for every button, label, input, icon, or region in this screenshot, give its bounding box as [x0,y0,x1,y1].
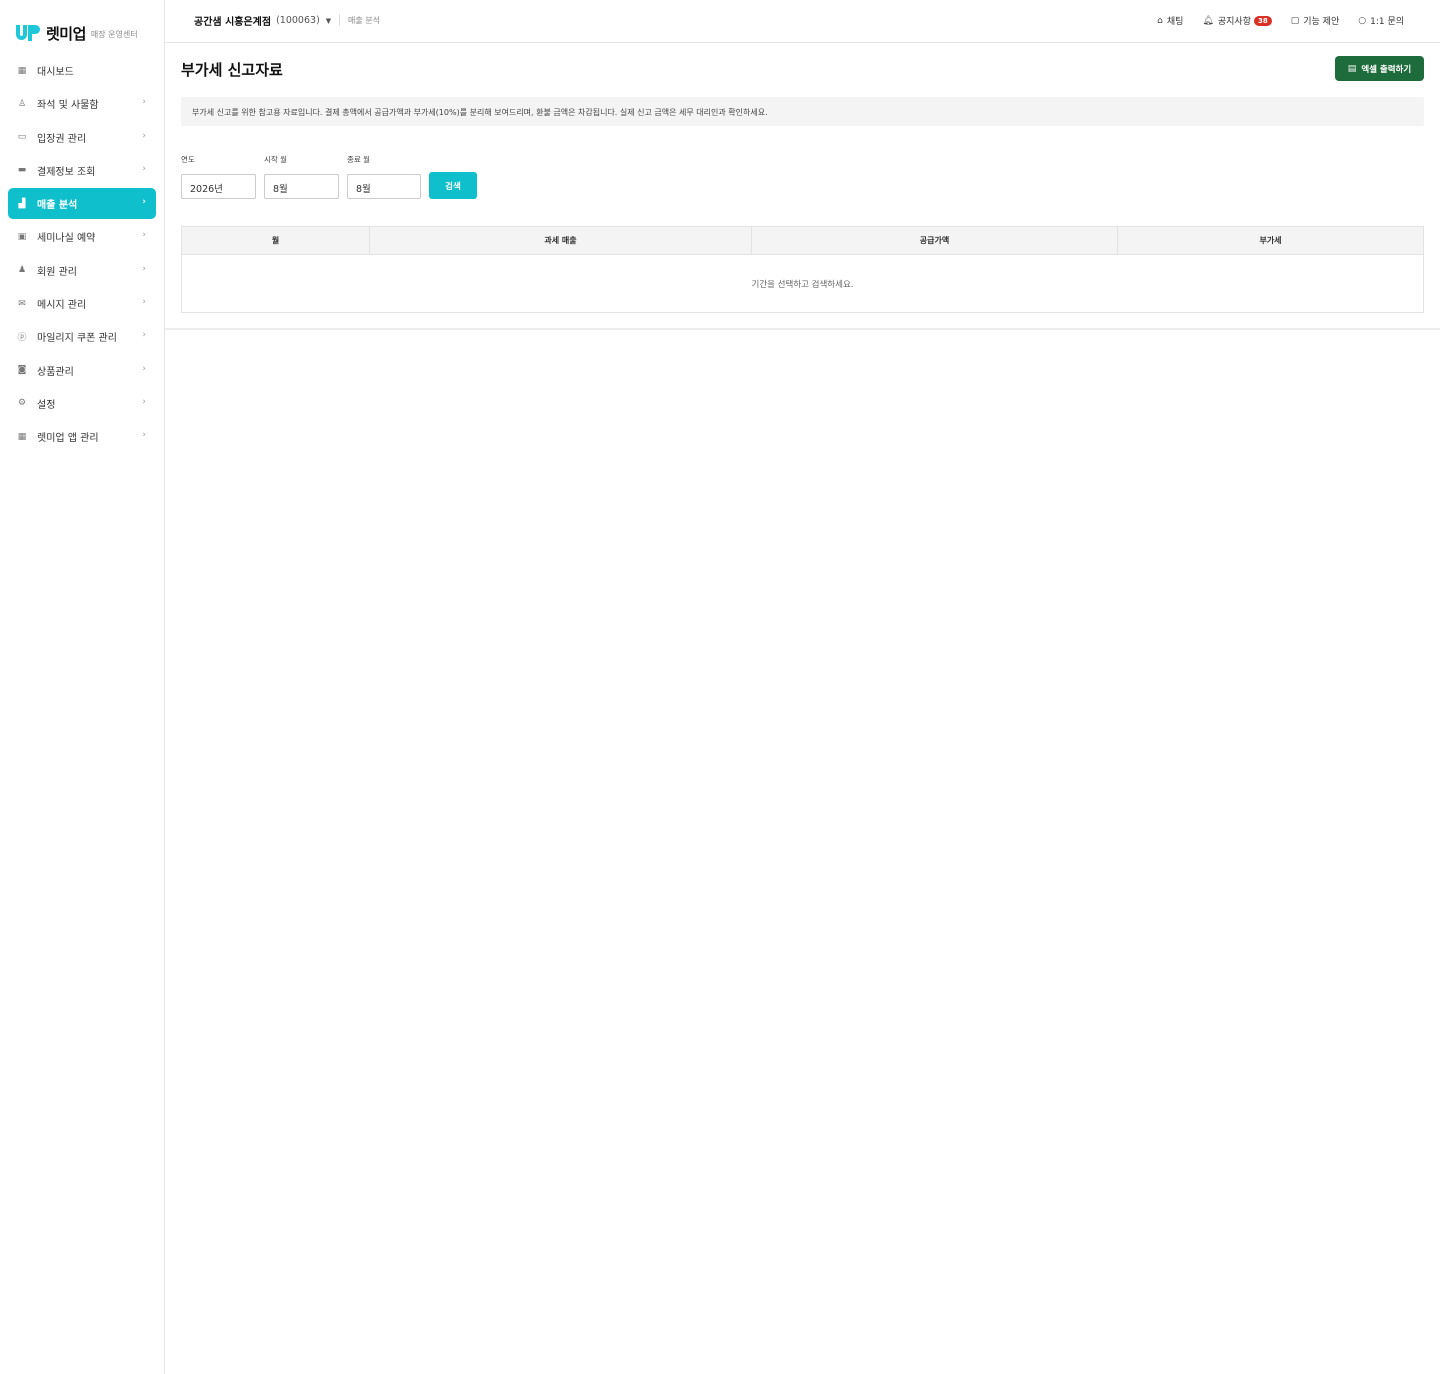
sidebar-item-label: 세미나실 예약 [37,233,96,245]
calendar-icon: ▣ [17,231,27,242]
sidebar-item-sales-analysis[interactable]: ▟ 매출 분석 › [8,188,156,220]
inquiry-button[interactable]: ○ 1:1 문의 [1358,14,1404,28]
mail-icon: ✉ [18,298,26,309]
sidebar-item-label: 좌석 및 사물함 [37,100,99,112]
start-month-select[interactable]: 8월 [264,174,339,199]
top-bar: 공간샘 시흥은계점 (100063) ▼ 매출 분석 ⌂ 채팅 🔔︎ 공지사항 … [165,0,1440,43]
store-name: 공간샘 시흥은계점 [194,17,272,28]
chevron-right-icon: › [142,330,146,341]
bell-icon: 🔔︎ [1202,15,1214,26]
chevron-right-icon: › [142,263,146,274]
info-notice: 부가세 신고를 위한 참고용 자료입니다. 결제 총액에서 공급가액과 부가세(… [181,97,1424,126]
notice-label: 공지사항 [1217,17,1251,27]
sidebar-item-members[interactable]: ♟ 회원 관리 › [8,255,156,286]
gear-icon: ⚙ [17,398,27,409]
sidebar-item-payments[interactable]: ▬ 결제정보 조회 › [8,155,156,186]
users-icon: ♟ [17,265,27,276]
breadcrumb-divider [339,14,340,26]
breadcrumb: 매출 분석 [348,16,380,25]
logo-mark-icon [16,24,40,42]
grid-icon: ▦ [17,65,27,76]
sidebar-item-seats[interactable]: ♙ 좌석 및 사물함 › [8,88,156,119]
sidebar-nav: ▦ 대시보드 ♙ 좌석 및 사물함 › ▭ 입장권 관리 › ▬ 결제정보 조회… [8,55,156,455]
chevron-right-icon: › [142,396,146,407]
sidebar-item-label: 마일리지 쿠폰 관리 [37,333,117,345]
top-actions: ⌂ 채팅 🔔︎ 공지사항 38 ▢ 기능 제안 ○ 1:1 문의 [1138,14,1404,27]
chat-label: 채팅 [1166,17,1184,27]
chevron-right-icon: › [142,130,146,141]
search-button[interactable]: 검색 [429,172,477,199]
sidebar-item-seminar[interactable]: ▣ 세미나실 예약 › [8,221,156,252]
sidebar-item-label: 회원 관리 [37,266,77,278]
store-code: (100063) [276,15,320,26]
notice-button[interactable]: 🔔︎ 공지사항 38 [1202,14,1272,27]
excel-icon: ▤ [1347,63,1357,74]
brand-name: 렛미업 [46,24,86,43]
sidebar-item-label: 입장권 관리 [37,133,87,145]
sidebar-item-messages[interactable]: ✉ 메시지 관리 › [8,288,156,319]
column-header-taxable-sales[interactable]: 과세 매출 [370,227,752,254]
sidebar-item-mileage[interactable]: ⓟ 마일리지 쿠폰 관리 › [8,321,156,352]
chevron-right-icon: › [142,197,146,208]
sidebar-item-label: 렛미업 앱 관리 [37,433,99,445]
apps-icon: ▦ [17,431,27,442]
chevron-right-icon: › [142,163,146,174]
content-divider [165,328,1440,330]
speech-bubble-icon: ▢ [1290,15,1300,26]
sidebar-item-label: 상품관리 [37,366,74,378]
notice-count-badge: 38 [1253,15,1272,26]
store-selector[interactable]: 공간샘 시흥은계점 (100063) ▼ [194,13,331,28]
start-month-label: 시작 월 [264,155,288,164]
chat-button[interactable]: ⌂ 채팅 [1157,14,1184,28]
coin-icon: ⓟ [17,333,27,344]
brand-logo[interactable]: 렛미업 매장 운영센터 [16,22,138,44]
chevron-right-icon: › [142,230,146,241]
chevron-right-icon: › [142,430,146,441]
suggest-button[interactable]: ▢ 기능 제안 [1290,14,1340,28]
excel-export-label: 엑셀 출력하기 [1361,64,1412,75]
chevron-right-icon: › [142,97,146,108]
year-select[interactable]: 2026년 [181,174,256,199]
inbox-icon: ⌂ [1157,15,1163,26]
sidebar-item-app[interactable]: ▦ 렛미업 앱 관리 › [8,421,156,452]
end-month-select[interactable]: 8월 [347,174,421,199]
column-header-supply-amount[interactable]: 공급가액 [752,227,1118,254]
ticket-icon: ▭ [17,132,27,143]
sidebar-item-dashboard[interactable]: ▦ 대시보드 [8,55,156,86]
chevron-right-icon: › [142,297,146,308]
chat-bubble-icon: ○ [1358,15,1367,26]
table-header: 월 과세 매출 공급가액 부가세 [182,227,1423,255]
seat-icon: ♙ [17,98,27,109]
column-header-month[interactable]: 월 [182,227,370,254]
sidebar-item-label: 대시보드 [37,67,74,78]
table-empty-message: 기간을 선택하고 검색하세요. [751,279,854,290]
excel-export-button[interactable]: ▤ 엑셀 출력하기 [1335,56,1424,81]
sidebar-item-label: 결제정보 조회 [37,166,96,178]
sidebar-item-tickets[interactable]: ▭ 입장권 관리 › [8,122,156,153]
sidebar: 렛미업 매장 운영센터 ▦ 대시보드 ♙ 좌석 및 사물함 › ▭ 입장권 관리… [0,0,165,1374]
vat-table: 월 과세 매출 공급가액 부가세 기간을 선택하고 검색하세요. [181,226,1424,313]
sidebar-item-products[interactable]: ◙ 상품관리 › [8,355,156,386]
column-header-vat[interactable]: 부가세 [1118,227,1423,254]
brand-subtitle: 매장 운영센터 [90,30,138,39]
caret-down-icon: ▼ [325,16,332,25]
sidebar-item-label: 설정 [37,399,56,411]
suggest-label: 기능 제안 [1303,17,1340,27]
app-root: 렛미업 매장 운영센터 ▦ 대시보드 ♙ 좌석 및 사물함 › ▭ 입장권 관리… [0,0,1440,1374]
year-label: 연도 [181,155,195,164]
card-icon: ▬ [17,165,27,176]
end-month-label: 종료 월 [347,155,371,164]
sidebar-item-settings[interactable]: ⚙ 설정 › [8,388,156,419]
bag-icon: ◙ [17,365,27,376]
page-title: 부가세 신고자료 [181,61,283,79]
inquiry-label: 1:1 문의 [1370,17,1404,27]
chart-icon: ▟ [18,198,26,209]
sidebar-item-label: 메시지 관리 [37,300,87,312]
sidebar-item-label: 매출 분석 [37,200,78,212]
chevron-right-icon: › [142,363,146,374]
